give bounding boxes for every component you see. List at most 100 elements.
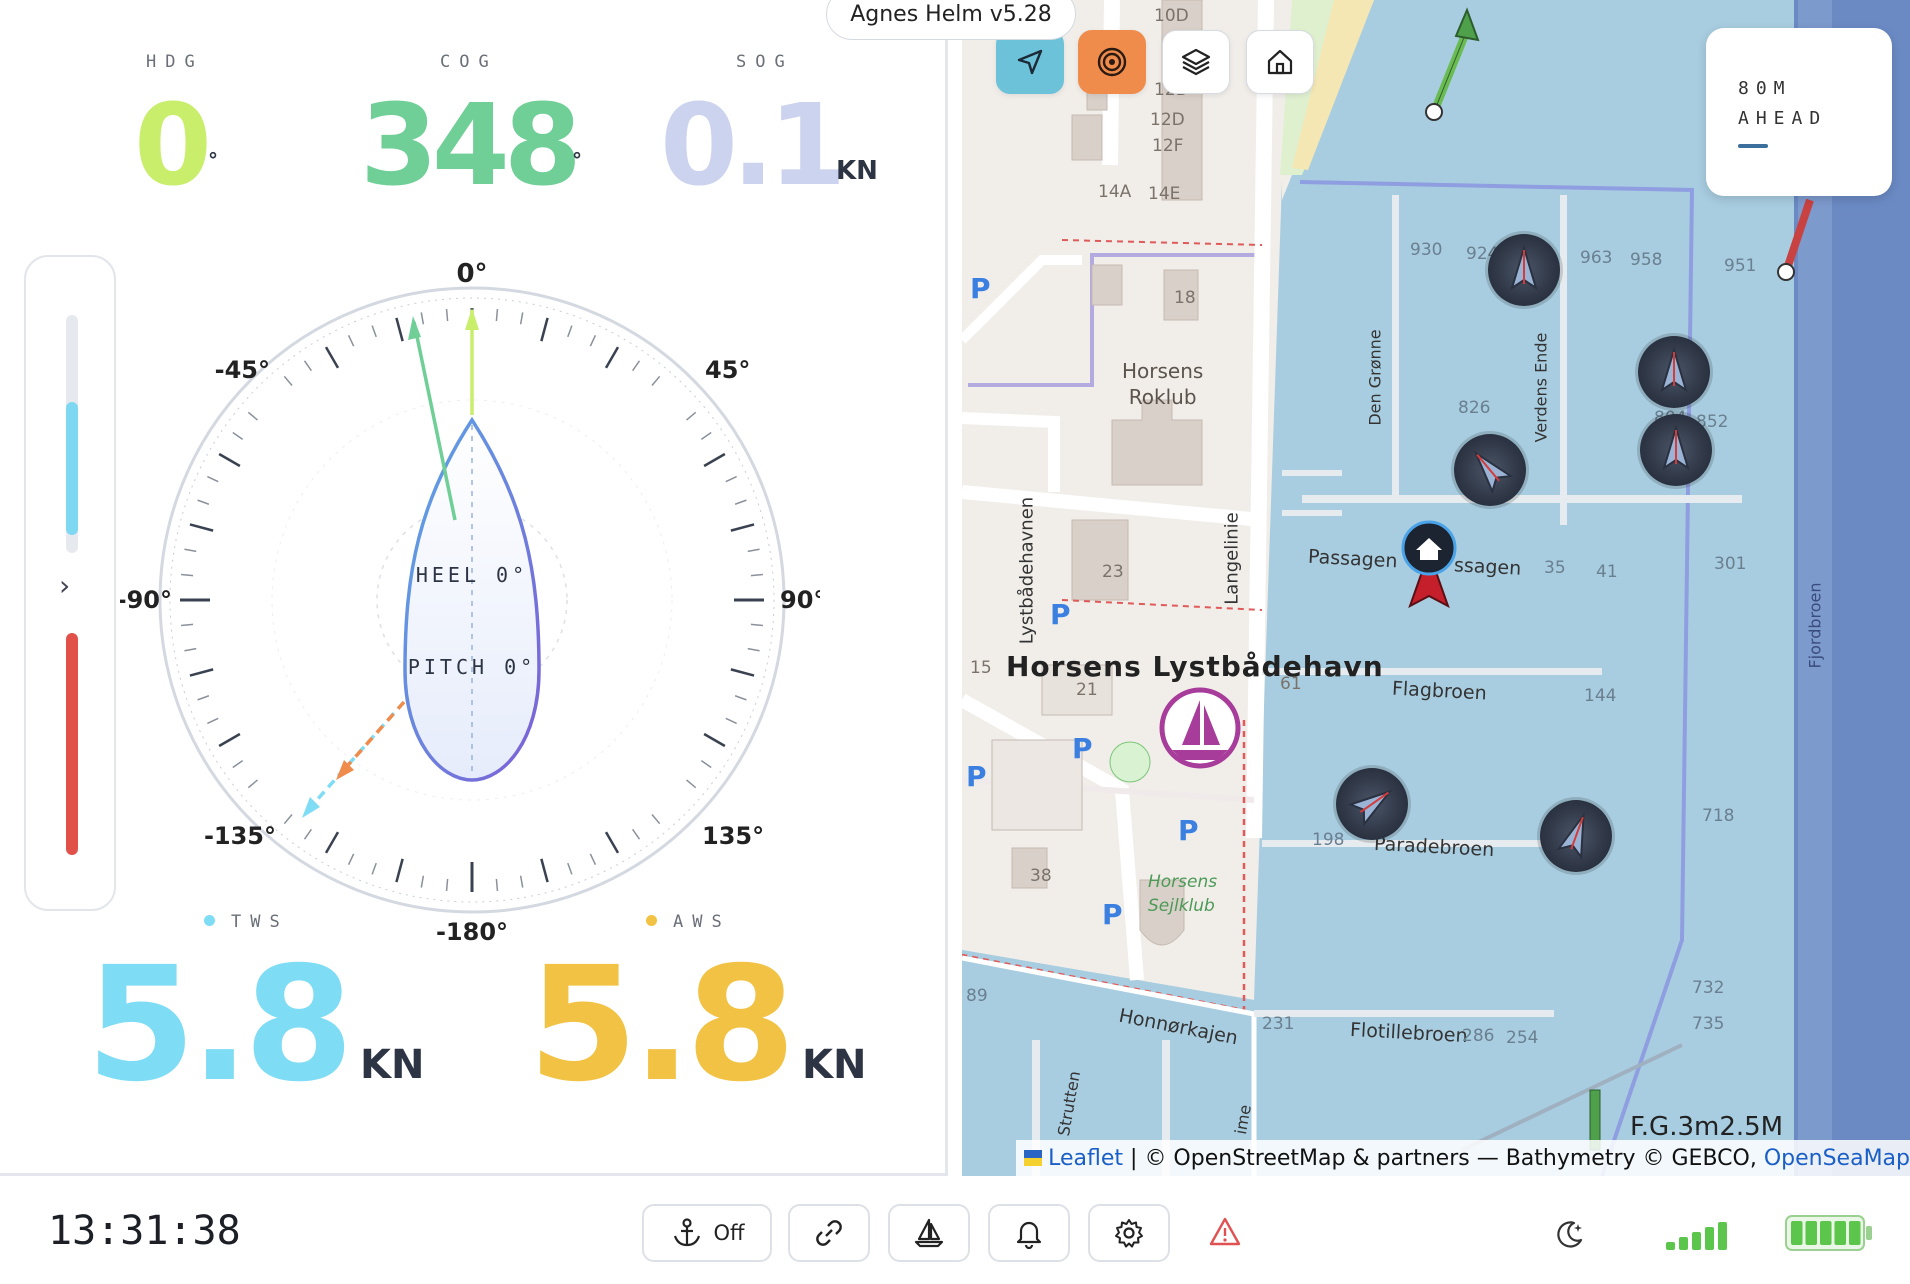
ais-vessel-icon[interactable] <box>1540 800 1612 872</box>
status-bar: 13:31:38 Off <box>0 1176 1910 1284</box>
home-button[interactable] <box>1246 30 1314 94</box>
depth-35: 35 <box>1544 558 1566 578</box>
building <box>1071 114 1103 161</box>
hdg-value: 0 <box>134 81 212 211</box>
sog-label: SOG <box>736 52 794 72</box>
target-icon <box>1097 47 1127 77</box>
label-den-gronne: Den Grønne <box>1365 329 1385 426</box>
parking-icon: P <box>1178 814 1199 847</box>
house-23: 23 <box>1102 562 1124 582</box>
compass-dial: 0° 45° 90° 135° -180° -135° -90° -45° HE… <box>120 259 820 946</box>
house-10d: 10D <box>1154 6 1189 26</box>
layers-button[interactable] <box>1162 30 1230 94</box>
parking-icon: P <box>966 760 987 793</box>
lookahead-panel[interactable]: 80M AHEAD <box>1706 28 1892 196</box>
compass-label-45: 45° <box>705 356 750 384</box>
clock: 13:31:38 <box>48 1208 241 1254</box>
signal-bar <box>1718 1222 1727 1250</box>
ais-vessel-icon[interactable] <box>1336 768 1408 840</box>
building <box>1091 264 1123 306</box>
anchor-icon <box>673 1218 700 1247</box>
house-14e: 14E <box>1148 184 1181 204</box>
ais-vessel-icon[interactable] <box>1454 434 1526 506</box>
sailboat-icon <box>914 1218 944 1248</box>
gear-icon <box>1115 1219 1143 1248</box>
tws-dot-icon <box>204 915 215 926</box>
openseamap-link[interactable]: OpenSeaMap <box>1764 1146 1910 1171</box>
signal-bar <box>1679 1237 1688 1250</box>
signal-bar <box>1692 1232 1701 1250</box>
signal-strength <box>1666 1220 1736 1254</box>
battery-cell <box>1834 1221 1846 1245</box>
cog-label: COG <box>440 52 498 72</box>
aws-label-wrap: AWS <box>646 912 731 932</box>
lookahead-label: AHEAD <box>1738 108 1828 129</box>
compass-tick <box>181 573 194 577</box>
sog-unit: KN <box>836 156 878 186</box>
aws-label: AWS <box>673 912 731 932</box>
depth-718: 718 <box>1702 806 1735 826</box>
settings-button[interactable] <box>1088 1204 1170 1262</box>
compass-label-135: 135° <box>702 822 764 850</box>
cog-unit: ° <box>572 148 582 172</box>
heel-readout: HEEL 0° <box>416 563 528 587</box>
app-root: HDG 0 ° COG 348 ° SOG 0.1 KN › 0° 45° 90… <box>0 0 1910 1284</box>
sog-value: 0.1 <box>660 81 846 211</box>
depth-963: 963 <box>1580 248 1613 268</box>
house-14a: 14A <box>1098 182 1132 202</box>
compass-label-90: 90° <box>780 586 820 614</box>
navigation-arrow-icon <box>1017 49 1043 75</box>
attribution-text: © OpenStreetMap & partners — Bathymetry … <box>1144 1145 1764 1171</box>
ais-vessel-icon[interactable] <box>1488 234 1560 306</box>
compass-tick <box>495 878 499 891</box>
bell-icon <box>1016 1221 1042 1249</box>
depth-826: 826 <box>1458 398 1491 418</box>
link-icon <box>816 1220 842 1246</box>
lookahead-indicator <box>1738 144 1768 148</box>
compass-label-180: -180° <box>436 918 508 946</box>
ais-targets-button[interactable] <box>1078 30 1146 94</box>
layers-icon <box>1181 48 1211 76</box>
leaflet-link[interactable]: Leaflet <box>1048 1146 1123 1171</box>
hdg-unit: ° <box>208 148 218 172</box>
compass-tick <box>495 309 499 322</box>
own-vessel-icon[interactable] <box>1394 518 1464 608</box>
boat-button[interactable] <box>888 1204 970 1262</box>
battery-tip <box>1866 1226 1872 1240</box>
compass-tick <box>445 878 449 891</box>
lookahead-distance: 80M <box>1738 78 1792 99</box>
label-langelinie: Langelinie <box>1221 512 1243 605</box>
cog-value: 348 <box>360 81 582 211</box>
depth-254: 254 <box>1506 1028 1539 1048</box>
depth-144: 144 <box>1584 686 1617 706</box>
signal-bar <box>1666 1242 1675 1250</box>
depth-286: 286 <box>1462 1026 1495 1046</box>
connections-button[interactable] <box>788 1204 870 1262</box>
house-12d: 12D <box>1150 110 1185 130</box>
map-attribution: Leaflet | © OpenStreetMap & partners — B… <box>1016 1140 1910 1176</box>
battery-indicator <box>1784 1212 1874 1258</box>
compass-label-minus135: -135° <box>204 822 276 850</box>
heel-gauge: › <box>24 255 116 911</box>
attribution-separator: | <box>1123 1145 1145 1171</box>
home-icon <box>1267 49 1293 75</box>
aws-dot-icon <box>646 915 657 926</box>
parking-icon: P <box>1072 732 1093 765</box>
signal-bars-icon <box>1666 1222 1727 1250</box>
playground-icon <box>1109 741 1151 783</box>
label-verdens-ende: Verdens Ende <box>1531 332 1551 443</box>
depth-301: 301 <box>1714 554 1747 574</box>
ais-vessel-icon[interactable] <box>1640 414 1712 486</box>
expand-chevron-icon[interactable]: › <box>59 569 70 602</box>
compass-tick <box>445 309 449 322</box>
ais-vessel-icon[interactable] <box>1638 336 1710 408</box>
parking-icon: P <box>1102 898 1123 931</box>
pier-den-gronne <box>1392 195 1399 495</box>
depth-958: 958 <box>1630 250 1663 270</box>
battery-cell <box>1849 1221 1861 1245</box>
pier-verdens-ende <box>1560 195 1567 525</box>
night-mode-toggle[interactable] <box>1554 1218 1586 1254</box>
alarms-button[interactable] <box>988 1204 1070 1262</box>
warning-indicator[interactable] <box>1208 1216 1242 1252</box>
anchor-alarm-button[interactable]: Off <box>642 1204 772 1262</box>
